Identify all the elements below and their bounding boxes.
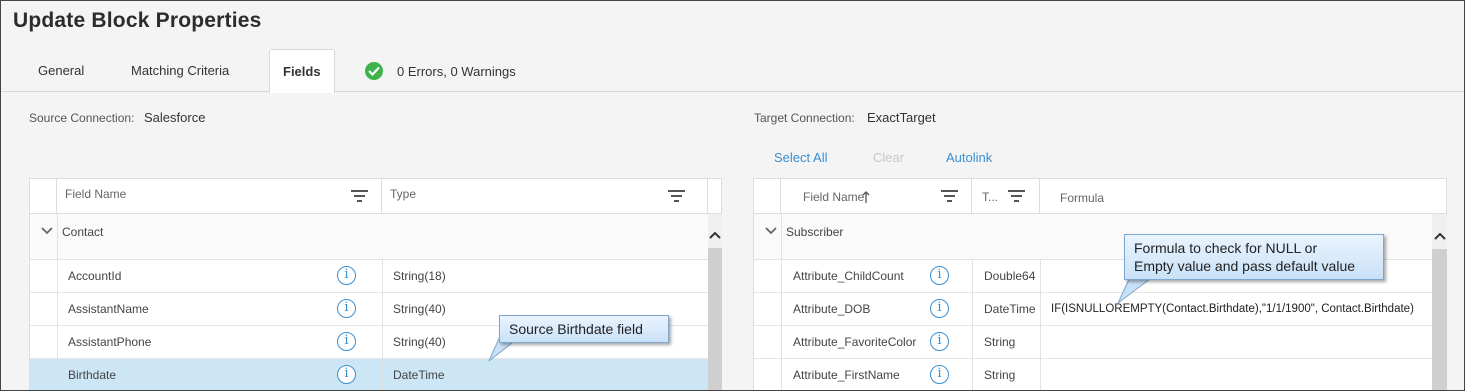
source-field-name: AssistantPhone <box>68 335 152 349</box>
target-row[interactable]: Attribute_FavoriteColor i String <box>754 326 1432 359</box>
info-icon[interactable]: i <box>930 299 949 318</box>
source-row-selected[interactable]: Birthdate i DateTime <box>30 359 708 390</box>
source-scrollbar[interactable] <box>708 214 722 390</box>
target-field-type: Double64 <box>984 269 1036 283</box>
target-field-name: Attribute_ChildCount <box>793 269 904 283</box>
info-icon[interactable]: i <box>930 365 949 384</box>
target-connection-value: ExactTarget <box>867 110 936 125</box>
target-scrollbar[interactable] <box>1432 214 1447 390</box>
autolink-button[interactable]: Autolink <box>946 150 992 165</box>
info-icon[interactable]: i <box>930 332 949 351</box>
scroll-up-icon[interactable] <box>1433 231 1447 241</box>
filter-icon[interactable] <box>668 189 685 203</box>
tab-general[interactable]: General <box>38 49 84 92</box>
target-connection-label: Target Connection: <box>754 111 855 125</box>
select-all-button[interactable]: Select All <box>774 150 827 165</box>
source-field-name: AccountId <box>68 269 122 283</box>
formula-callout: Formula to check for NULL or Empty value… <box>1124 234 1384 280</box>
sort-ascending-icon[interactable] <box>862 191 870 203</box>
target-row[interactable]: Attribute_FirstName i String <box>754 359 1432 390</box>
target-row[interactable]: Attribute_DOB i DateTime IF(ISNULLOREMPT… <box>754 293 1432 326</box>
source-connection-label: Source Connection: <box>29 111 135 125</box>
tab-bar: General Matching Criteria Fields 0 Error… <box>1 49 1464 93</box>
target-group-label: Subscriber <box>786 225 844 239</box>
clear-button[interactable]: Clear <box>873 150 904 165</box>
source-field-name: AssistantName <box>68 302 149 316</box>
filter-icon[interactable] <box>941 189 958 203</box>
source-group-label: Contact <box>62 225 104 239</box>
info-icon[interactable]: i <box>930 266 949 285</box>
source-row[interactable]: AccountId i String(18) <box>30 260 708 293</box>
target-formula-header[interactable]: Formula <box>1040 179 1433 214</box>
target-grid-header: Field Name T... Formula <box>754 179 1446 214</box>
validation-status: 0 Errors, 0 Warnings <box>365 61 516 81</box>
tab-matching-criteria[interactable]: Matching Criteria <box>131 49 229 92</box>
tab-fields[interactable]: Fields <box>269 49 335 93</box>
target-fields-grid: Field Name T... Formula Subscriber Attri… <box>753 178 1447 390</box>
target-type-header[interactable]: T... <box>972 179 1040 214</box>
target-field-name: Attribute_FavoriteColor <box>793 335 917 349</box>
info-icon[interactable]: i <box>337 299 356 318</box>
source-scrollbar-thumb[interactable] <box>708 248 722 390</box>
target-field-type: String <box>984 368 1016 382</box>
source-type-header[interactable]: Type <box>382 179 708 214</box>
info-icon[interactable]: i <box>337 332 356 351</box>
target-formula[interactable]: IF(ISNULLOREMPTY(Contact.Birthdate),"1/1… <box>1051 293 1414 326</box>
info-icon[interactable]: i <box>337 365 356 384</box>
info-icon[interactable]: i <box>337 266 356 285</box>
target-field-name: Attribute_FirstName <box>793 368 900 382</box>
scroll-up-icon[interactable] <box>708 230 722 240</box>
filter-icon[interactable] <box>1008 189 1025 203</box>
source-field-type: DateTime <box>393 368 445 382</box>
source-grid-header: Field Name Type <box>30 179 721 214</box>
target-field-name-header[interactable]: Field Name <box>781 179 972 214</box>
check-circle-icon <box>365 62 383 80</box>
source-field-type: String(40) <box>393 335 446 349</box>
source-connection-value: Salesforce <box>144 110 206 125</box>
dialog-title: Update Block Properties <box>13 9 262 32</box>
target-field-type: String <box>984 335 1016 349</box>
update-block-properties-dialog: Update Block Properties General Matching… <box>0 0 1465 391</box>
target-field-name: Attribute_DOB <box>793 302 871 316</box>
fields-panel: Source Connection: Salesforce Field Name… <box>1 93 1464 390</box>
validation-status-text: 0 Errors, 0 Warnings <box>397 63 516 79</box>
source-field-name: Birthdate <box>68 368 117 382</box>
chevron-down-icon[interactable] <box>41 226 53 236</box>
source-birthdate-callout: Source Birthdate field <box>499 315 669 343</box>
target-field-type: DateTime <box>984 302 1036 316</box>
target-scrollbar-thumb[interactable] <box>1432 249 1447 390</box>
source-field-type: String(40) <box>393 302 446 316</box>
chevron-down-icon[interactable] <box>765 226 777 236</box>
filter-icon[interactable] <box>351 189 368 203</box>
source-group-row[interactable]: Contact <box>30 214 708 260</box>
source-field-type: String(18) <box>393 269 446 283</box>
source-field-name-header[interactable]: Field Name <box>57 179 382 214</box>
source-fields-grid: Field Name Type Contact AccountId i Stri… <box>29 178 722 390</box>
